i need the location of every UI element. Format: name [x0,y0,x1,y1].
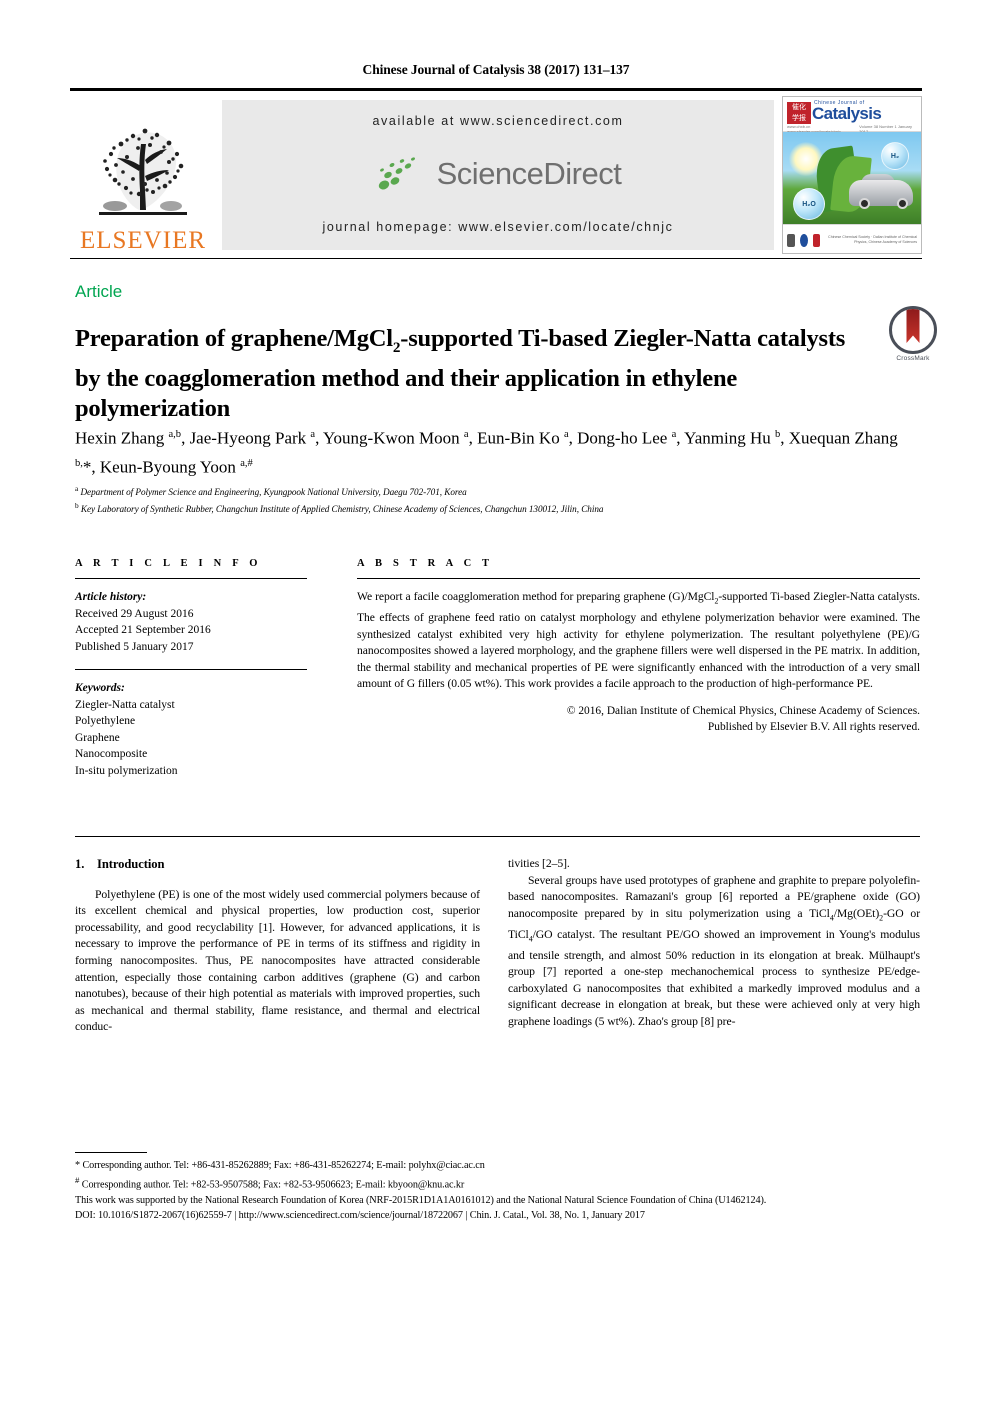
car-wheel-front [859,198,870,209]
keyword-item: Nanocomposite [75,748,148,760]
journal-cover-thumbnail[interactable]: 催化 学报 Chinese Journal of Catalysis www.ch… [782,96,922,254]
body-column-right: tivities [2–5]. Several groups have used… [508,856,920,1031]
article-info-heading: A R T I C L E I N F O [75,558,262,569]
cover-footer: Chinese Chemical Society · Dalian Instit… [783,224,921,253]
crossmark-logo[interactable]: CrossMark [888,306,938,368]
cover-badge-3-icon [812,233,821,247]
footnotes-block: * Corresponding author. Tel: +86-431-852… [75,1158,920,1223]
car-wheel-rear [897,198,908,209]
abstract-heading: A B S T R A C T [357,558,494,569]
cover-footer-text: Chinese Chemical Society · Dalian Instit… [828,235,918,244]
abstract-body: We report a facile coagglomeration metho… [357,590,920,691]
cover-header: 催化 学报 Chinese Journal of Catalysis www.ch… [783,97,921,134]
cover-badge-2-icon [799,233,808,247]
intro-paragraph-1: Polyethylene (PE) is one of the most wid… [75,887,480,1034]
doi-line: DOI: 10.1016/S1872-2067(16)62559-7 | htt… [75,1210,645,1221]
corresponding-author-2: # Corresponding author. Tel: +82-53-9507… [75,1175,465,1191]
funding-note: This work was supported by the National … [75,1194,767,1206]
keywords-rule [75,669,307,670]
elsevier-tree-icon [99,128,187,215]
sciencedirect-logo[interactable]: ScienceDirect [375,154,622,194]
keyword-item: Ziegler-Natta catalyst [75,698,175,711]
section-number: 1. [75,857,85,871]
article-info-rule [75,578,307,579]
masthead: ELSEVIER available at www.sciencedirect.… [70,96,922,254]
keywords-label: Keywords: [75,682,125,694]
cover-title: Catalysis [812,104,882,123]
keyword-item: Graphene [75,731,120,744]
cover-seal-icon: 催化 学报 [787,102,811,124]
keyword-item: In-situ polymerization [75,764,178,777]
available-at-text: available at www.sciencedirect.com [372,114,624,128]
history-published: Published 5 January 2017 [75,640,194,653]
crossmark-icon [889,306,937,354]
abstract-rule [357,578,920,579]
elsevier-wordmark: ELSEVIER [79,227,207,254]
article-info-column: A R T I C L E I N F O Article history: R… [75,558,307,779]
section-heading-introduction: 1. Introduction [75,856,480,873]
affiliations: a Department of Polymer Science and Engi… [75,484,604,515]
cover-artwork: H₂ H₂O [783,132,921,224]
abstract-column: A B S T R A C T We report a facile coagg… [357,558,920,736]
journal-homepage-text: journal homepage: www.elsevier.com/locat… [322,220,674,234]
footnote-rule [75,1152,147,1153]
body-column-left: 1. Introduction Polyethylene (PE) is one … [75,856,480,1036]
keyword-item: Polyethylene [75,715,136,727]
journal-article-page: Chinese Journal of Catalysis 38 (2017) 1… [0,0,992,1403]
corresponding-author-1: * Corresponding author. Tel: +86-431-852… [75,1160,485,1171]
hydrogen-bubble: H₂ [881,142,909,170]
sciencedirect-banner: available at www.sciencedirect.com Scien… [222,100,774,250]
sciencedirect-wordmark: ScienceDirect [436,156,622,191]
section-title: Introduction [97,857,165,871]
page-title: Preparation of graphene/MgCl2-supported … [75,325,846,423]
intro-paragraph-2: Several groups have used prototypes of g… [508,873,921,1028]
intro-paragraph-1-continuation: tivities [2–5]. [508,857,570,870]
elsevier-logo[interactable]: ELSEVIER [70,98,216,253]
article-type-label: Article [75,282,123,301]
abstract-bottom-rule [75,836,920,837]
header-rule-top [70,88,922,91]
cover-badge-1-icon [787,233,795,247]
history-received: Received 29 August 2016 [75,607,194,620]
author-list: Hexin Zhang a,b, Jae-Hyeong Park a, Youn… [75,428,898,477]
running-head: Chinese Journal of Catalysis 38 (2017) 1… [362,62,630,77]
water-bubble: H₂O [793,188,825,220]
masthead-rule-bottom [70,258,922,259]
sciencedirect-leaves-icon [378,157,415,190]
crossmark-label: CrossMark [896,355,930,362]
history-accepted: Accepted 21 September 2016 [75,624,211,636]
copyright-line-1: © 2016, Dalian Institute of Chemical Phy… [566,704,920,717]
copyright-line-2: Published by Elsevier B.V. All rights re… [707,721,920,734]
article-history-label: Article history: [75,591,147,603]
